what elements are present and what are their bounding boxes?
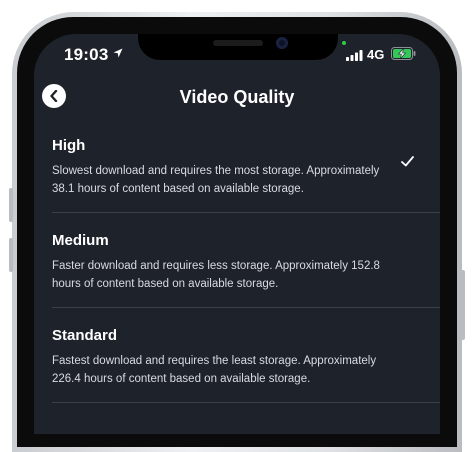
option-high[interactable]: High Slowest download and requires the m… <box>34 118 440 212</box>
quality-options-list: High Slowest download and requires the m… <box>34 118 440 403</box>
side-button-left-lower <box>9 238 13 272</box>
status-time: 19:03 <box>64 45 109 64</box>
navigation-bar: Video Quality <box>34 78 440 118</box>
front-camera <box>276 37 288 49</box>
side-button-left <box>9 188 13 222</box>
location-arrow-icon <box>113 48 123 58</box>
screen: 19:03 4G Video Quality High Slowest down… <box>34 34 440 434</box>
option-standard[interactable]: Standard Fastest download and requires t… <box>34 308 440 402</box>
battery-charging-icon <box>391 47 416 60</box>
option-description: Faster download and requires less storag… <box>52 260 380 290</box>
notch <box>138 34 338 60</box>
speaker <box>213 40 263 46</box>
option-medium[interactable]: Medium Faster download and requires less… <box>34 213 440 307</box>
side-button-right <box>461 270 465 340</box>
option-description: Fastest download and requires the least … <box>52 355 377 385</box>
option-title: Medium <box>52 232 109 249</box>
divider <box>52 402 440 403</box>
checkmark-icon <box>401 156 414 167</box>
network-type: 4G <box>367 47 385 62</box>
option-title: Standard <box>52 327 118 344</box>
page-title: Video Quality <box>179 87 295 107</box>
option-title: High <box>52 137 86 154</box>
option-description: Slowest download and requires the most s… <box>52 165 380 195</box>
camera-indicator <box>342 41 346 45</box>
cellular-signal-icon <box>346 50 363 61</box>
